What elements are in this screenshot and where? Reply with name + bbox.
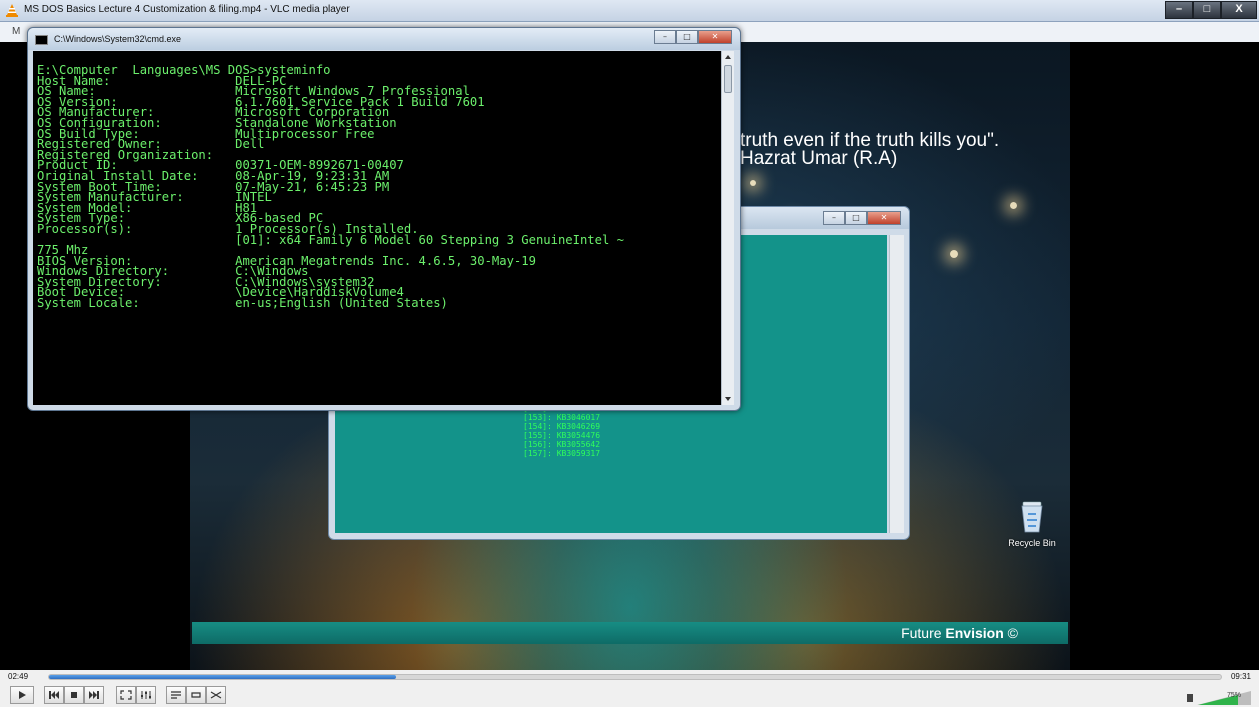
cmd-main-title: C:\Windows\System32\cmd.exe — [54, 34, 182, 44]
menu-peek[interactable]: M — [12, 26, 20, 37]
scroll-thumb[interactable] — [724, 65, 732, 93]
recycle-bin[interactable]: Recycle Bin — [1002, 498, 1062, 548]
hotfix-line: [157]: KB3059317 — [523, 449, 601, 458]
window-title: MS DOS Basics Lecture 4 Customization & … — [24, 4, 350, 15]
cmd-main-title-bar: C:\Windows\System32\cmd.exe – □ ✕ — [28, 28, 740, 50]
console-line: System Locale: en-us;English (United Sta… — [37, 296, 448, 311]
brand-banner: Future Envision © — [192, 622, 1068, 644]
cmd-secondary-maximize-button[interactable]: □ — [845, 211, 867, 225]
fullscreen-button[interactable] — [116, 686, 136, 704]
playlist-button[interactable] — [166, 686, 186, 704]
console-output: E:\Computer Languages\MS DOS>systeminfo H… — [37, 64, 624, 311]
bokeh-light — [950, 250, 958, 258]
speaker-icon[interactable] — [1187, 694, 1193, 702]
bokeh-light — [750, 180, 756, 186]
recycle-bin-label: Recycle Bin — [1008, 538, 1056, 548]
cmd-icon — [35, 35, 48, 45]
playlist-icon — [171, 691, 181, 699]
cmd-secondary-minimize-button[interactable]: – — [823, 211, 845, 225]
fullscreen-icon — [120, 690, 132, 700]
minimize-button[interactable]: – — [1165, 1, 1193, 19]
shuffle-icon — [210, 691, 222, 699]
loop-button[interactable] — [186, 686, 206, 704]
next-icon — [89, 691, 99, 699]
cmd-main-maximize-button[interactable]: □ — [676, 30, 698, 44]
hotfix-line: [155]: KB3054476 — [523, 431, 601, 440]
loop-icon — [191, 692, 201, 698]
total-time: 09:31 — [1230, 672, 1251, 681]
previous-button[interactable] — [44, 686, 64, 704]
brand-text: Future Envision © — [901, 625, 1018, 641]
hotfix-line: [153]: KB3046017 — [523, 413, 601, 422]
elapsed-time: 02:49 — [8, 672, 29, 681]
maximize-button[interactable]: □ — [1193, 1, 1221, 19]
console-line: [01]: x64 Family 6 Model 60 Stepping 3 G… — [37, 232, 624, 247]
video-quote-line-2: Hazrat Umar (R.A) — [740, 148, 898, 169]
play-button[interactable] — [10, 686, 34, 704]
cmd-secondary-scrollbar[interactable] — [889, 235, 904, 533]
cmd-secondary-controls: – □ ✕ — [823, 211, 901, 225]
vlc-cone-icon — [6, 4, 18, 17]
play-icon — [19, 691, 26, 699]
seek-bar[interactable] — [48, 674, 1222, 680]
extended-settings-button[interactable] — [136, 686, 156, 704]
cmd-main-console[interactable]: E:\Computer Languages\MS DOS>systeminfo H… — [33, 51, 722, 405]
cmd-main-close-button[interactable]: ✕ — [698, 30, 732, 44]
recycle-bin-icon — [1021, 501, 1043, 533]
hotfix-line: [154]: KB3046269 — [523, 422, 601, 431]
cmd-secondary-close-button[interactable]: ✕ — [867, 211, 901, 225]
scroll-up-arrow-icon[interactable] — [725, 55, 731, 59]
previous-icon — [49, 691, 59, 699]
cmd-window-main[interactable]: C:\Windows\System32\cmd.exe – □ ✕ E:\Com… — [27, 27, 741, 411]
seek-progress — [49, 675, 396, 679]
equalizer-icon — [141, 691, 151, 699]
next-button[interactable] — [84, 686, 104, 704]
scroll-down-arrow-icon[interactable] — [725, 397, 731, 401]
stop-button[interactable] — [64, 686, 84, 704]
cmd-main-scrollbar[interactable] — [721, 51, 734, 405]
bokeh-light — [1010, 202, 1017, 209]
cmd-main-minimize-button[interactable]: – — [654, 30, 676, 44]
shuffle-button[interactable] — [206, 686, 226, 704]
window-controls: – □ X — [1165, 1, 1257, 19]
cmd-main-controls: – □ ✕ — [654, 30, 732, 44]
hotfix-line: [156]: KB3055642 — [523, 440, 601, 449]
volume-percent: 75% — [1226, 692, 1241, 699]
playback-controls: 02:49 09:31 75% — [0, 670, 1259, 707]
close-button[interactable]: X — [1221, 1, 1257, 19]
vlc-title-bar: MS DOS Basics Lecture 4 Customization & … — [0, 0, 1259, 22]
stop-icon — [71, 692, 77, 698]
